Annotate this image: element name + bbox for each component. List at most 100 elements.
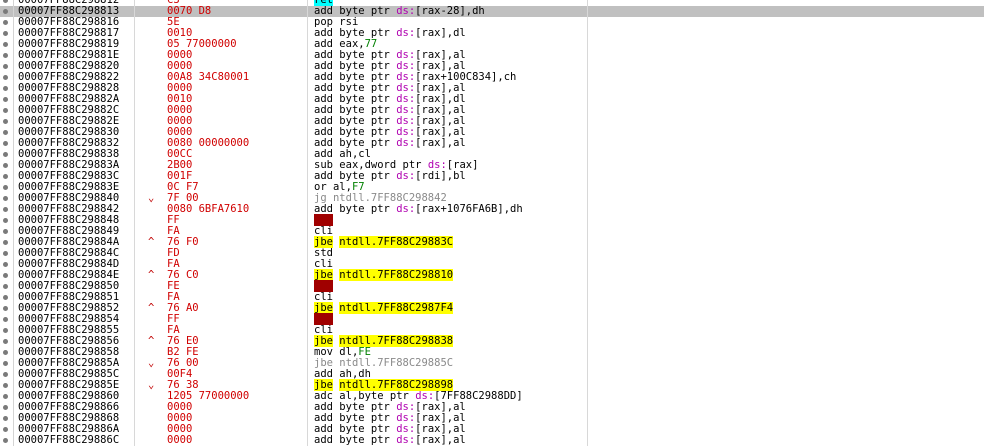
breakpoint-gutter[interactable] — [0, 94, 14, 105]
breakpoint-dot-icon[interactable] — [3, 427, 8, 432]
breakpoint-dot-icon[interactable] — [3, 350, 8, 355]
breakpoint-dot-icon[interactable] — [3, 328, 8, 333]
breakpoint-gutter[interactable] — [0, 358, 14, 369]
breakpoint-gutter[interactable] — [0, 237, 14, 248]
breakpoint-gutter[interactable] — [0, 149, 14, 160]
breakpoint-dot-icon[interactable] — [3, 394, 8, 399]
disasm-row[interactable]: 00007FF88C29882E 0000 add byte ptr ds:[rax… — [0, 116, 984, 127]
breakpoint-gutter[interactable] — [0, 424, 14, 435]
breakpoint-dot-icon[interactable] — [3, 295, 8, 300]
breakpoint-dot-icon[interactable] — [3, 196, 8, 201]
disasm-row[interactable]: 00007FF88C298848 FF??? — [0, 214, 984, 226]
breakpoint-dot-icon[interactable] — [3, 185, 8, 190]
disasm-row[interactable]: 00007FF88C298828 0000 add byte ptr ds:[rax… — [0, 83, 984, 94]
breakpoint-dot-icon[interactable] — [3, 53, 8, 58]
breakpoint-dot-icon[interactable] — [3, 383, 8, 388]
disasm-row[interactable]: 00007FF88C298819 05 77000000 add eax,77 — [0, 39, 984, 50]
breakpoint-gutter[interactable] — [0, 6, 14, 17]
disasm-row[interactable]: 00007FF88C29882A 0010 add byte ptr ds:[rax… — [0, 94, 984, 105]
breakpoint-dot-icon[interactable] — [3, 339, 8, 344]
breakpoint-dot-icon[interactable] — [3, 119, 8, 124]
instruction-cell[interactable]: jbe ntdll.7FF88C298810 — [314, 269, 454, 281]
breakpoint-gutter[interactable] — [0, 391, 14, 402]
breakpoint-dot-icon[interactable] — [3, 152, 8, 157]
breakpoint-gutter[interactable] — [0, 182, 14, 193]
breakpoint-dot-icon[interactable] — [3, 42, 8, 47]
breakpoint-dot-icon[interactable] — [3, 0, 8, 3]
disasm-row[interactable]: 00007FF88C298832 0080 00000000 add byte pt… — [0, 138, 984, 149]
breakpoint-gutter[interactable] — [0, 325, 14, 336]
breakpoint-dot-icon[interactable] — [3, 174, 8, 179]
disasm-row[interactable]: 00007FF88C298830 0000 add byte ptr ds:[rax… — [0, 127, 984, 138]
disasm-row[interactable]: 00007FF88C298852 ^ 76 A0 jbe ntdll.7FF88C29… — [0, 302, 984, 314]
disasm-row[interactable]: 00007FF88C29886A 0000 add byte ptr ds:[rax… — [0, 424, 984, 435]
breakpoint-dot-icon[interactable] — [3, 20, 8, 25]
breakpoint-dot-icon[interactable] — [3, 284, 8, 289]
disasm-row[interactable]: 00007FF88C298838 00CC add ah,cl — [0, 149, 984, 160]
breakpoint-gutter[interactable] — [0, 314, 14, 325]
breakpoint-gutter[interactable] — [0, 50, 14, 61]
breakpoint-dot-icon[interactable] — [3, 163, 8, 168]
breakpoint-dot-icon[interactable] — [3, 108, 8, 113]
disasm-row[interactable]: 00007FF88C29885A ⌄ 76 00 jbe ntdll.7FF88C29… — [0, 358, 984, 369]
breakpoint-dot-icon[interactable] — [3, 31, 8, 36]
breakpoint-dot-icon[interactable] — [3, 229, 8, 234]
breakpoint-gutter[interactable] — [0, 61, 14, 72]
breakpoint-dot-icon[interactable] — [3, 317, 8, 322]
disasm-row[interactable]: 00007FF88C29882C 0000 add byte ptr ds:[rax… — [0, 105, 984, 116]
breakpoint-dot-icon[interactable] — [3, 306, 8, 311]
breakpoint-gutter[interactable] — [0, 292, 14, 303]
disasm-row[interactable]: 00007FF88C298854 FF??? — [0, 313, 984, 325]
disasm-row[interactable]: 00007FF88C29884E ^ 76 C0 jbe ntdll.7FF88C29… — [0, 269, 984, 281]
breakpoint-gutter[interactable] — [0, 72, 14, 83]
breakpoint-dot-icon[interactable] — [3, 405, 8, 410]
disasm-row[interactable]: 00007FF88C29883C 001F add byte ptr ds:[rdi… — [0, 171, 984, 182]
breakpoint-dot-icon[interactable] — [3, 97, 8, 102]
disasm-row[interactable]: 00007FF88C29883A 2B00 sub eax,dword ptr ds… — [0, 160, 984, 171]
breakpoint-dot-icon[interactable] — [3, 75, 8, 80]
disasm-row[interactable]: 00007FF88C298817 0010 add byte ptr ds:[rax… — [0, 28, 984, 39]
disasm-row[interactable]: 00007FF88C298816 5E pop rsi — [0, 17, 984, 28]
breakpoint-gutter[interactable] — [0, 39, 14, 50]
breakpoint-gutter[interactable] — [0, 160, 14, 171]
disasm-row[interactable]: 00007FF88C298822 00A8 34C80001 add byte pt… — [0, 72, 984, 83]
breakpoint-dot-icon[interactable] — [3, 262, 8, 267]
breakpoint-gutter[interactable] — [0, 215, 14, 226]
breakpoint-gutter[interactable] — [0, 248, 14, 259]
breakpoint-dot-icon[interactable] — [3, 86, 8, 91]
breakpoint-gutter[interactable] — [0, 303, 14, 314]
breakpoint-dot-icon[interactable] — [3, 130, 8, 135]
breakpoint-dot-icon[interactable] — [3, 251, 8, 256]
breakpoint-dot-icon[interactable] — [3, 273, 8, 278]
disasm-row[interactable]: 00007FF88C298856 ^ 76 E0 jbe ntdll.7FF88C29… — [0, 335, 984, 347]
disasm-row[interactable]: 00007FF88C29886C 0000 add byte ptr ds:[rax… — [0, 435, 984, 446]
disasm-row[interactable]: 00007FF88C29881E 0000 add byte ptr ds:[rax… — [0, 50, 984, 61]
breakpoint-gutter[interactable] — [0, 270, 14, 281]
disasm-row[interactable]: 00007FF88C298850 FE??? — [0, 280, 984, 292]
breakpoint-gutter[interactable] — [0, 83, 14, 94]
breakpoint-gutter[interactable] — [0, 105, 14, 116]
breakpoint-gutter[interactable] — [0, 127, 14, 138]
disasm-row[interactable]: 00007FF88C298842 0080 6BFA7610 add byte pt… — [0, 204, 984, 215]
instruction-cell[interactable]: jbe ntdll.7FF88C2987F4 — [314, 302, 454, 314]
breakpoint-dot-icon[interactable] — [3, 416, 8, 421]
disasm-row[interactable]: 00007FF88C298860 1205 77000000 adc al,byte… — [0, 391, 984, 402]
breakpoint-gutter[interactable] — [0, 138, 14, 149]
disasm-row[interactable]: 00007FF88C29884A ^ 76 F0 jbe ntdll.7FF88C29… — [0, 236, 984, 248]
breakpoint-dot-icon[interactable] — [3, 361, 8, 366]
breakpoint-dot-icon[interactable] — [3, 141, 8, 146]
breakpoint-dot-icon[interactable] — [3, 372, 8, 377]
breakpoint-gutter[interactable] — [0, 336, 14, 347]
breakpoint-gutter[interactable] — [0, 193, 14, 204]
instruction-cell[interactable]: add byte ptr ds:[rax],al — [314, 435, 466, 446]
disasm-row[interactable]: 00007FF88C298868 0000 add byte ptr ds:[rax… — [0, 413, 984, 424]
breakpoint-gutter[interactable] — [0, 116, 14, 127]
disassembly-view[interactable]: 00007FF88C298812 C3 ret 00007FF88C298813 007… — [0, 0, 984, 446]
disasm-row[interactable]: 00007FF88C29884C FD std — [0, 248, 984, 259]
breakpoint-gutter[interactable] — [0, 380, 14, 391]
breakpoint-gutter[interactable] — [0, 413, 14, 424]
disasm-row[interactable]: 00007FF88C298866 0000 add byte ptr ds:[rax… — [0, 402, 984, 413]
instruction-cell[interactable]: jbe ntdll.7FF88C29883C — [314, 236, 454, 248]
breakpoint-gutter[interactable] — [0, 171, 14, 182]
breakpoint-dot-icon[interactable] — [3, 9, 8, 14]
